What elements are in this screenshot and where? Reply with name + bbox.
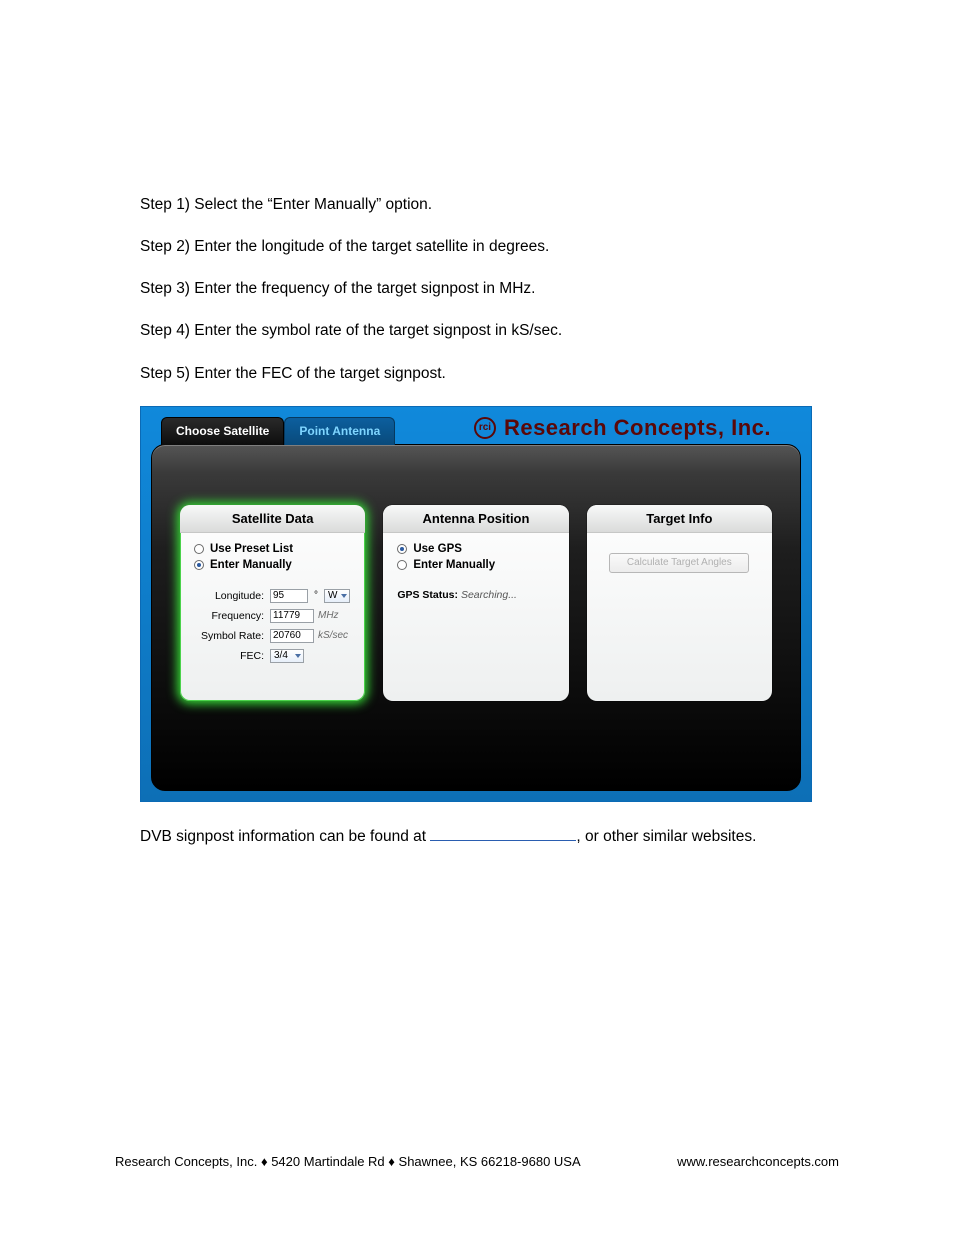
radio-icon (397, 560, 407, 570)
radio-label: Use Preset List (210, 543, 293, 555)
brand-text: Research Concepts, Inc. (504, 415, 771, 441)
caption-pre: DVB signpost information can be found at (140, 828, 430, 845)
longitude-input[interactable]: 95 (270, 589, 308, 603)
step-5: Step 5) Enter the FEC of the target sign… (140, 364, 814, 384)
step-4: Step 4) Enter the symbol rate of the tar… (140, 321, 814, 341)
hemisphere-select[interactable]: W (324, 589, 350, 603)
panel-title-target: Target Info (587, 505, 772, 533)
frequency-input[interactable]: 11779 (270, 609, 314, 623)
radio-label: Enter Manually (210, 559, 292, 571)
frequency-unit: MHz (318, 610, 339, 621)
degree-symbol: ° (312, 590, 320, 601)
panel-antenna-position: Antenna Position Use GPS Enter Manually … (383, 505, 568, 701)
row-frequency: Frequency: 11779 MHz (194, 609, 351, 623)
radio-use-preset[interactable]: Use Preset List (194, 543, 351, 555)
radio-enter-manually-ant[interactable]: Enter Manually (397, 559, 554, 571)
symbol-rate-label: Symbol Rate: (194, 630, 266, 642)
radio-use-gps[interactable]: Use GPS (397, 543, 554, 555)
footer-left: Research Concepts, Inc. ♦ 5420 Martindal… (115, 1154, 581, 1169)
step-2: Step 2) Enter the longitude of the targe… (140, 237, 814, 257)
gps-status-label: GPS Status: (397, 589, 458, 601)
page-footer: Research Concepts, Inc. ♦ 5420 Martindal… (115, 1154, 839, 1169)
row-symbol-rate: Symbol Rate: 20760 kS/sec (194, 629, 351, 643)
row-fec: FEC: 3/4 (194, 649, 351, 663)
symbol-rate-unit: kS/sec (318, 630, 348, 641)
panel-title-satellite: Satellite Data (180, 505, 365, 533)
symbol-rate-input[interactable]: 20760 (270, 629, 314, 643)
tab-choose-satellite[interactable]: Choose Satellite (161, 417, 284, 445)
panel-satellite-data: Satellite Data Use Preset List Enter Man… (180, 505, 365, 701)
tab-bar: Choose Satellite Point Antenna (161, 417, 395, 445)
panel-target-info: Target Info Calculate Target Angles (587, 505, 772, 701)
panel-title-antenna: Antenna Position (383, 505, 568, 533)
tab-point-antenna[interactable]: Point Antenna (284, 417, 395, 445)
frequency-label: Frequency: (194, 610, 266, 622)
radio-enter-manually-sat[interactable]: Enter Manually (194, 559, 351, 571)
gps-status: GPS Status: Searching... (397, 589, 554, 601)
fec-label: FEC: (194, 650, 266, 662)
footer-right: www.researchconcepts.com (677, 1154, 839, 1169)
radio-icon (194, 560, 204, 570)
radio-label: Enter Manually (413, 559, 495, 571)
radio-label: Use GPS (413, 543, 462, 555)
radio-icon (194, 544, 204, 554)
caption-post: , or other similar websites. (576, 828, 756, 845)
brand-logo-icon: rci (474, 417, 496, 439)
radio-icon (397, 544, 407, 554)
caption: DVB signpost information can be found at… (140, 828, 814, 846)
gps-status-value: Searching... (461, 589, 517, 601)
fec-select[interactable]: 3/4 (270, 649, 304, 663)
row-longitude: Longitude: 95 ° W (194, 589, 351, 603)
step-1: Step 1) Select the “Enter Manually” opti… (140, 195, 814, 215)
longitude-label: Longitude: (194, 590, 266, 602)
app-body: Satellite Data Use Preset List Enter Man… (151, 444, 801, 791)
brand: rci Research Concepts, Inc. (474, 415, 771, 441)
calculate-target-angles-button: Calculate Target Angles (609, 553, 749, 573)
app-screenshot: Choose Satellite Point Antenna rci Resea… (140, 406, 812, 802)
link-placeholder[interactable] (430, 840, 576, 841)
step-3: Step 3) Enter the frequency of the targe… (140, 279, 814, 299)
